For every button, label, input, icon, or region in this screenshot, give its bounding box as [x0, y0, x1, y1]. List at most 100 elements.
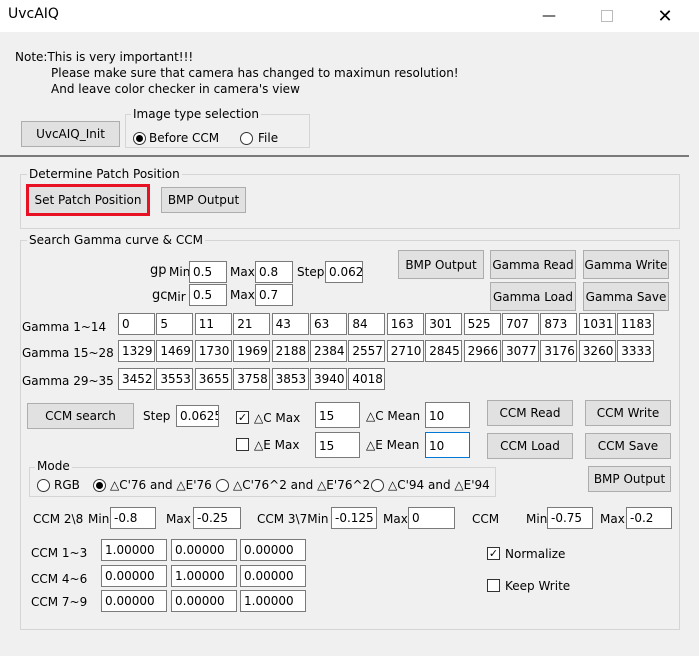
- gamma-cell[interactable]: 707: [502, 313, 539, 335]
- gamma-load-button[interactable]: Gamma Load: [490, 282, 576, 311]
- gc-min-field[interactable]: 0.5: [189, 284, 227, 306]
- gamma-cell[interactable]: 1730: [194, 340, 232, 362]
- init-button[interactable]: UvcAIQ_Init: [21, 121, 120, 147]
- ccm-save-button[interactable]: CCM Save: [585, 433, 671, 459]
- de-max-label: △E Max: [254, 438, 300, 452]
- gamma-save-button[interactable]: Gamma Save: [583, 282, 669, 311]
- ccm28-min-field[interactable]: -0.8: [110, 507, 156, 529]
- ccm-search-button[interactable]: CCM search: [27, 403, 134, 429]
- gc-max-field[interactable]: 0.7: [255, 284, 293, 306]
- gamma-row-label: Gamma 1~14: [22, 320, 107, 334]
- mode-rgb-radio[interactable]: [37, 479, 50, 492]
- gamma-cell[interactable]: 2710: [386, 340, 424, 362]
- dc-mean-field[interactable]: 10: [425, 402, 470, 428]
- gp-step-field[interactable]: 0.062: [325, 261, 363, 283]
- gamma-cell[interactable]: 0: [118, 313, 155, 335]
- ccm-load-button[interactable]: CCM Load: [487, 433, 573, 459]
- ccm28-max-field[interactable]: -0.25: [193, 507, 241, 529]
- ccm-r-min-label: Min: [526, 512, 548, 526]
- gamma-cell[interactable]: 84: [348, 313, 386, 335]
- gamma-cell[interactable]: 3853: [271, 368, 309, 390]
- dc-mean-label: △C Mean: [366, 409, 421, 423]
- normalize-label: Normalize: [505, 547, 566, 561]
- mode-c94-radio[interactable]: [371, 479, 384, 492]
- gamma-cell[interactable]: 301: [425, 313, 463, 335]
- gc-label: gc: [152, 288, 168, 303]
- gamma-cell[interactable]: 3940: [310, 368, 347, 390]
- gamma-cell[interactable]: 3176: [540, 340, 578, 362]
- de-mean-field[interactable]: 10: [425, 432, 470, 458]
- gamma-cell[interactable]: 3452: [118, 368, 155, 390]
- ccm37-min-field[interactable]: -0.125: [331, 507, 377, 529]
- gamma-cell[interactable]: 3553: [156, 368, 194, 390]
- gp-max-field[interactable]: 0.8: [255, 261, 293, 283]
- set-patch-position-button[interactable]: Set Patch Position: [26, 184, 150, 216]
- ccm-matrix-row-label: CCM 4~6: [31, 572, 88, 586]
- ccm-r-min-field[interactable]: -0.75: [547, 507, 593, 529]
- ccm-matrix-cell[interactable]: 1.00000: [171, 565, 237, 587]
- mode-c76-radio[interactable]: [93, 479, 106, 492]
- file-label: File: [258, 131, 279, 145]
- gamma-cell[interactable]: 21: [233, 313, 271, 335]
- ccm-matrix-cell[interactable]: 1.00000: [240, 590, 306, 612]
- gamma-read-button[interactable]: Gamma Read: [490, 250, 576, 279]
- gamma-cell[interactable]: 3655: [194, 368, 232, 390]
- gamma-cell[interactable]: 163: [386, 313, 424, 335]
- gp-min-field[interactable]: 0.5: [189, 261, 227, 283]
- de-max-field[interactable]: 15: [315, 432, 360, 458]
- gamma-cell[interactable]: 3758: [233, 368, 271, 390]
- gamma-cell[interactable]: 1031: [578, 313, 616, 335]
- gamma-cell[interactable]: 3333: [617, 340, 655, 362]
- gamma-cell[interactable]: 873: [540, 313, 578, 335]
- ccm-matrix-cell[interactable]: 0.00000: [171, 539, 237, 561]
- gamma-ccm-legend: Search Gamma curve & CCM: [27, 233, 205, 247]
- gamma-write-button[interactable]: Gamma Write: [583, 250, 669, 279]
- ccm-matrix-cell[interactable]: 1.00000: [101, 539, 167, 561]
- close-icon[interactable]: ✕: [642, 0, 688, 32]
- gamma-cell[interactable]: 11: [194, 313, 232, 335]
- dc-max-label: △C Max: [254, 411, 301, 425]
- ccm-r-max-field[interactable]: -0.2: [626, 507, 672, 529]
- gamma-cell[interactable]: 1469: [156, 340, 194, 362]
- patch-bmp-output-button[interactable]: BMP Output: [161, 187, 246, 213]
- mode-c76sq-radio[interactable]: [216, 479, 229, 492]
- ccm-bmp-output-button[interactable]: BMP Output: [588, 466, 671, 492]
- ccm37-max-field[interactable]: 0: [408, 507, 455, 529]
- dc-checkbox[interactable]: ✓: [236, 411, 249, 424]
- maximize-icon[interactable]: [584, 0, 630, 32]
- normalize-checkbox[interactable]: ✓: [487, 547, 500, 560]
- gamma-cell[interactable]: 3077: [502, 340, 539, 362]
- minimize-icon[interactable]: —: [526, 0, 572, 32]
- gamma-cell[interactable]: 4018: [348, 368, 386, 390]
- gamma-cell[interactable]: 43: [271, 313, 309, 335]
- ccm-read-button[interactable]: CCM Read: [487, 400, 573, 426]
- gamma-cell[interactable]: 1183: [617, 313, 655, 335]
- keep-write-checkbox[interactable]: [487, 579, 500, 592]
- gamma-cell[interactable]: 2384: [310, 340, 347, 362]
- gamma-cell[interactable]: 2845: [425, 340, 463, 362]
- ccm-matrix-cell[interactable]: 0.00000: [171, 590, 237, 612]
- gamma-cell[interactable]: 2966: [463, 340, 501, 362]
- dc-max-field[interactable]: 15: [315, 402, 360, 428]
- gamma-cell[interactable]: 63: [310, 313, 347, 335]
- before-ccm-radio[interactable]: [133, 132, 146, 145]
- ccm37-max-label: Max: [383, 512, 408, 526]
- gamma-bmp-output-button[interactable]: BMP Output: [398, 250, 484, 279]
- gp-max-label: Max: [230, 265, 255, 279]
- file-radio[interactable]: [240, 132, 253, 145]
- gamma-cell[interactable]: 1969: [233, 340, 271, 362]
- gamma-cell[interactable]: 2188: [271, 340, 309, 362]
- gamma-cell[interactable]: 2557: [348, 340, 386, 362]
- ccm-matrix-cell[interactable]: 0.00000: [240, 539, 306, 561]
- gamma-cell[interactable]: 5: [156, 313, 194, 335]
- gamma-cell[interactable]: 3260: [578, 340, 616, 362]
- ccm-matrix-cell[interactable]: 0.00000: [101, 590, 167, 612]
- gc-max-label: Max: [230, 288, 255, 302]
- ccm-step-field[interactable]: 0.0625: [176, 405, 219, 427]
- ccm-matrix-cell[interactable]: 0.00000: [240, 565, 306, 587]
- gamma-cell[interactable]: 1329: [118, 340, 155, 362]
- de-checkbox[interactable]: [236, 438, 249, 451]
- gamma-cell[interactable]: 525: [463, 313, 501, 335]
- ccm-write-button[interactable]: CCM Write: [585, 400, 671, 426]
- ccm-matrix-cell[interactable]: 0.00000: [101, 565, 167, 587]
